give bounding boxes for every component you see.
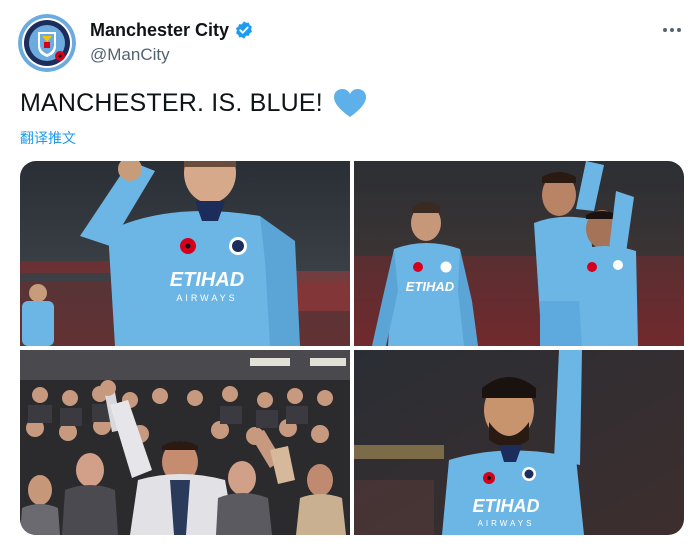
avatar[interactable] [18, 14, 76, 72]
tweet-text: MANCHESTER. IS. BLUE! [20, 88, 367, 118]
photo-3[interactable] [20, 350, 350, 535]
sponsor-text: ETIHAD [170, 269, 244, 291]
tweet-body: MANCHESTER. IS. BLUE! [20, 88, 323, 117]
media-grid: ETIHAD AIRWAYS ETIHAD ETIHAD AIRWAYS [20, 161, 684, 535]
more-options-button[interactable] [658, 18, 686, 42]
photo-4[interactable]: ETIHAD AIRWAYS [354, 350, 684, 535]
sponsor-subtext: AIRWAYS [478, 519, 535, 528]
more-dots-icon [663, 28, 681, 32]
photo-2[interactable]: ETIHAD [354, 161, 684, 346]
handle[interactable]: @ManCity [90, 45, 254, 65]
photo-1[interactable]: ETIHAD AIRWAYS [20, 161, 350, 346]
author-block: Manchester City @ManCity [90, 18, 254, 65]
translate-tweet-link[interactable]: 翻译推文 [20, 128, 76, 148]
display-name[interactable]: Manchester City [90, 20, 229, 41]
sponsor-text: ETIHAD [473, 496, 540, 516]
blue-heart-icon [333, 88, 367, 118]
verified-badge-icon [234, 20, 254, 40]
sponsor-subtext: AIRWAYS [176, 293, 237, 303]
sponsor-text: ETIHAD [406, 279, 455, 294]
manchester-city-crest-icon [18, 14, 76, 72]
tweet-card: Manchester City @ManCity MANCHESTER. IS.… [0, 0, 700, 552]
display-name-row: Manchester City [90, 18, 254, 42]
